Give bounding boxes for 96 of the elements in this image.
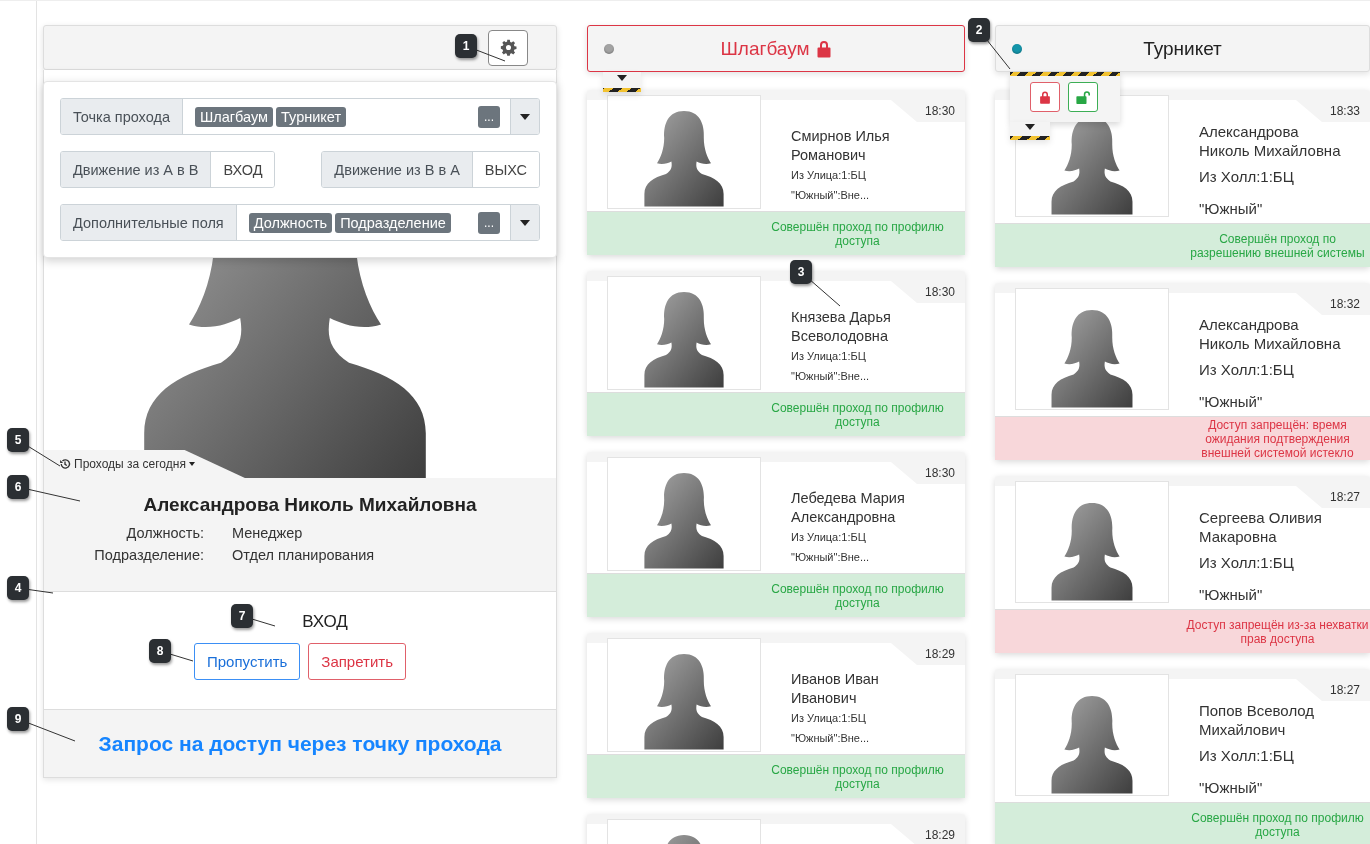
tag: Шлагбаум — [194, 106, 273, 127]
status-message: Совершён проход по профилю доступа — [770, 762, 945, 791]
unlocked-lock-icon — [1075, 90, 1091, 104]
location-text: "Южный" — [1199, 199, 1264, 219]
status-message: Совершён проход по профилю доступа — [770, 400, 945, 429]
event-card[interactable]: Попов Всеволод Михайлович Из Холл:1:БЦ "Южный" 18:27 Совершён проход по профилю доступа — [995, 669, 1370, 844]
location-text: "Южный":Вне... — [791, 369, 871, 384]
event-card[interactable]: Александрова Николь Михайловна Из Холл:1:БЦ "Южный" 18:32 Доступ запрещён: время ожидания подтверждения внешней системой истекло — [995, 283, 1370, 460]
status-message: Совершён проход по профилю доступа — [1190, 810, 1365, 839]
location-text: Из Холл:1:БЦ — [1199, 746, 1295, 766]
callout-badge: 4 — [7, 576, 29, 600]
more-button[interactable]: ... — [478, 211, 500, 234]
caret-icon — [617, 75, 627, 81]
tag: Турникет — [276, 106, 347, 127]
location-text: "Южный" — [1199, 778, 1264, 798]
access-point-title: Шлагбаум — [720, 37, 810, 60]
status-message: Совершён проход по разрешению внешней системы — [1189, 231, 1366, 260]
person-name: Попов Всеволод Михайлович — [1199, 701, 1316, 739]
person-name: Лебедева Мария Александровна — [791, 489, 906, 527]
location-text: "Южный":Вне... — [791, 188, 871, 203]
caret-icon — [520, 113, 530, 120]
multi-select[interactable]: Точка прохода Шлагбаум Турникет ... — [60, 98, 540, 135]
status-message: Доступ запрещён из-за нехватки прав доступа — [1185, 617, 1370, 646]
callout-badge: 8 — [149, 639, 171, 663]
settings-button[interactable] — [488, 29, 528, 66]
event-time: 18:27 — [1295, 486, 1370, 508]
event-time: 18:27 — [1295, 679, 1370, 701]
person-name: Сергеева Оливия Макаровна — [1199, 508, 1323, 546]
location-text: "Южный":Вне... — [791, 550, 871, 565]
location-text: Из Холл:1:БЦ — [1199, 360, 1295, 380]
location-text: Из Улица:1:БЦ — [791, 530, 867, 545]
callout-badge: 5 — [7, 428, 29, 452]
direction-label: ВХОД — [302, 612, 348, 632]
person-name: Смирнов Илья Романович — [791, 127, 891, 165]
tag: Должность — [248, 212, 333, 233]
event-time: 18:30 — [890, 281, 965, 303]
event-card[interactable]: Лебедева Мария Александровна Из Улица:1:БЦ "Южный":Вне... 18:30 Совершён проход по профилю доступа — [587, 452, 965, 617]
event-time: 18:30 — [890, 462, 965, 484]
event-time: 18:30 — [890, 100, 965, 122]
person-name: Князева Дарья Всеволодовна — [791, 308, 892, 346]
tag: Подразделение — [335, 212, 451, 233]
field-label: Подразделение: — [93, 547, 204, 563]
event-time: 18:29 — [890, 824, 965, 844]
person-name: Александрова Николь Михайловна — [142, 494, 478, 516]
caret-icon — [1025, 124, 1035, 130]
status-message: Совершён проход по профилю доступа — [770, 219, 945, 248]
location-text: "Южный" — [1199, 585, 1264, 605]
callout-badge: 7 — [231, 604, 253, 628]
callout-badge: 3 — [790, 260, 812, 284]
person-name: Александрова Николь Михайловна — [1199, 315, 1342, 353]
status-message: Доступ запрещён: время ожидания подтверждения внешней системой истекло — [1200, 417, 1355, 460]
event-card[interactable]: 18:29 — [587, 814, 965, 844]
field-label: Должность: — [125, 525, 204, 541]
settings-icon — [499, 39, 517, 56]
event-card[interactable]: Александрова Николь Михайловна Из Холл:1:БЦ "Южный" 18:33 Совершён проход по разрешению внешней системы — [995, 90, 1370, 267]
panel-title: Запрос на доступ через точку прохода — [98, 731, 502, 756]
location-text: Из Улица:1:БЦ — [791, 711, 867, 726]
field-value: Отдел планирования — [232, 547, 376, 563]
dropdown-button[interactable] — [510, 205, 539, 240]
event-time: 18:29 — [890, 643, 965, 665]
event-card[interactable]: Сергеева Оливия Макаровна Из Холл:1:БЦ "Южный" 18:27 Доступ запрещён из-за нехватки прав доступа — [995, 476, 1370, 653]
location-text: "Южный":Вне... — [791, 731, 871, 746]
event-time: 18:33 — [1295, 100, 1370, 122]
status-message: Совершён проход по профилю доступа — [770, 581, 945, 610]
location-text: Из Холл:1:БЦ — [1199, 553, 1295, 573]
dropdown-button[interactable] — [510, 99, 539, 134]
lock-icon — [815, 39, 832, 58]
access-point-title: Турникет — [1143, 37, 1222, 60]
multi-select[interactable]: Дополнительные поля Должность Подразделение ... — [60, 204, 540, 241]
unlock-button[interactable] — [1068, 82, 1098, 112]
history-icon — [59, 458, 71, 470]
caret-icon — [520, 219, 530, 226]
location-text: Из Улица:1:БЦ — [791, 349, 867, 364]
deny-button[interactable]: Запретить — [308, 643, 406, 680]
location-text: Из Холл:1:БЦ — [1199, 167, 1295, 187]
event-card[interactable]: Иванов Иван Иванович Из Улица:1:БЦ "Южный":Вне... 18:29 Совершён проход по профилю доступа — [587, 633, 965, 798]
location-text: Из Улица:1:БЦ — [791, 168, 867, 183]
field-value: Менеджер — [232, 525, 304, 541]
lock-icon — [1039, 90, 1051, 104]
location-text: "Южный" — [1199, 392, 1264, 412]
expand-toggle[interactable] — [603, 72, 641, 92]
more-button[interactable]: ... — [478, 105, 500, 128]
lock-button[interactable] — [1030, 82, 1060, 112]
expand-toggle[interactable] — [1010, 122, 1050, 140]
event-card[interactable]: Смирнов Илья Романович Из Улица:1:БЦ "Южный":Вне... 18:30 Совершён проход по профилю доступа — [587, 90, 965, 255]
callout-badge: 6 — [7, 475, 29, 499]
allow-button[interactable]: Пропустить — [194, 643, 301, 680]
callout-badge: 1 — [455, 34, 477, 58]
caret-icon — [188, 462, 195, 466]
field-label: Точка прохода — [61, 99, 183, 134]
person-name: Александрова Николь Михайловна — [1199, 122, 1342, 160]
person-name: Иванов Иван Иванович — [791, 670, 880, 708]
callout-badge: 2 — [968, 18, 990, 42]
event-time: 18:32 — [1295, 293, 1370, 315]
callout-badge: 9 — [7, 707, 29, 731]
field-label: Дополнительные поля — [61, 205, 237, 240]
